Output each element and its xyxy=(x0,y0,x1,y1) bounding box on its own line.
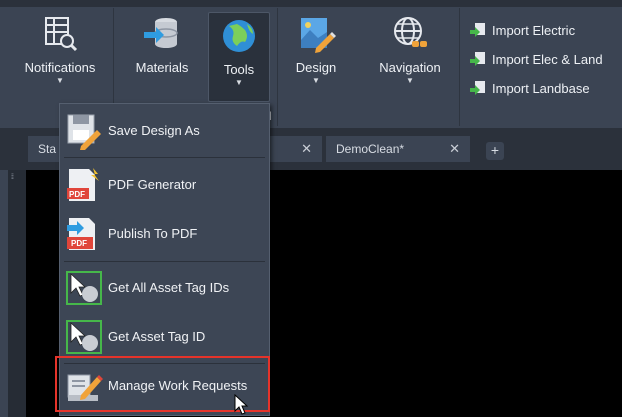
ribbon-top-strip xyxy=(0,0,622,7)
materials-label: Materials xyxy=(135,60,189,75)
design-icon xyxy=(301,18,336,53)
navigation-label: Navigation xyxy=(379,60,441,75)
import-elec-land-label: Import Elec & Land xyxy=(492,52,603,67)
tools-button[interactable]: Tools ▼ xyxy=(208,12,270,102)
import-electric-button[interactable]: Import Electric xyxy=(470,22,575,38)
design-label: Design xyxy=(295,60,337,75)
grip-icon[interactable]: ⁞⁞ xyxy=(11,174,14,181)
menu-item-pdf-generator[interactable]: PDF PDF Generator xyxy=(60,161,269,209)
ribbon-separator xyxy=(277,8,278,126)
import-landbase-label: Import Landbase xyxy=(492,81,590,96)
mouse-cursor-icon xyxy=(234,394,249,415)
menu-item-label: Get Asset Tag ID xyxy=(108,329,206,344)
notifications-label: Notifications xyxy=(24,60,96,75)
tab-document[interactable]: ✕ xyxy=(268,136,322,162)
chevron-down-icon: ▼ xyxy=(312,76,320,85)
tab-label: DemoClean* xyxy=(336,142,405,156)
save-design-icon xyxy=(67,114,101,150)
svg-text:PDF: PDF xyxy=(71,239,87,248)
import-icon xyxy=(470,52,485,66)
menu-item-label: PDF Generator xyxy=(108,177,197,192)
globe-icon xyxy=(223,20,255,52)
menu-item-publish-to-pdf[interactable]: PDF Publish To PDF xyxy=(60,210,269,258)
import-elec-land-button[interactable]: Import Elec & Land xyxy=(470,51,603,67)
navigation-button[interactable]: Navigation ▼ xyxy=(368,14,452,85)
svg-text:PDF: PDF xyxy=(69,190,85,199)
close-icon[interactable]: ✕ xyxy=(301,136,312,162)
chevron-down-icon: ▼ xyxy=(56,76,64,85)
menu-item-label: Save Design As xyxy=(108,123,200,138)
chevron-down-icon: ▼ xyxy=(406,76,414,85)
menu-item-save-design-as[interactable]: Save Design As xyxy=(60,107,269,155)
materials-button[interactable]: Materials xyxy=(124,14,200,75)
side-panel: ⁞⁞ xyxy=(8,170,26,417)
menu-item-label: Publish To PDF xyxy=(108,226,198,241)
import-landbase-button[interactable]: Import Landbase xyxy=(470,80,590,96)
menu-separator xyxy=(64,157,265,158)
tools-label: Tools xyxy=(223,62,255,77)
publish-pdf-icon: PDF xyxy=(67,218,95,250)
pdf-generator-icon: PDF xyxy=(67,168,99,201)
design-button[interactable]: Design ▼ xyxy=(285,14,347,85)
materials-icon xyxy=(144,18,178,48)
ribbon-separator xyxy=(459,8,460,126)
tab-democlean[interactable]: DemoClean* ✕ xyxy=(326,136,470,162)
menu-separator xyxy=(64,261,265,262)
notifications-icon xyxy=(45,17,78,52)
navigation-icon xyxy=(394,17,427,47)
tab-label: Sta xyxy=(38,142,57,156)
import-icon xyxy=(470,81,485,95)
menu-item-get-asset-tag-id[interactable]: Get Asset Tag ID xyxy=(60,313,269,361)
import-icon xyxy=(470,23,485,37)
close-icon[interactable]: ✕ xyxy=(449,136,460,162)
notifications-button[interactable]: Notifications ▼ xyxy=(14,14,106,85)
asset-tag-all-icon xyxy=(66,271,102,305)
menu-item-get-all-asset-tag-ids[interactable]: Get All Asset Tag IDs xyxy=(60,264,269,312)
import-electric-label: Import Electric xyxy=(492,23,576,38)
chevron-down-icon: ▼ xyxy=(235,78,243,87)
new-tab-button[interactable]: + xyxy=(486,142,504,160)
asset-tag-icon xyxy=(66,320,102,354)
menu-item-label: Get All Asset Tag IDs xyxy=(108,280,230,295)
